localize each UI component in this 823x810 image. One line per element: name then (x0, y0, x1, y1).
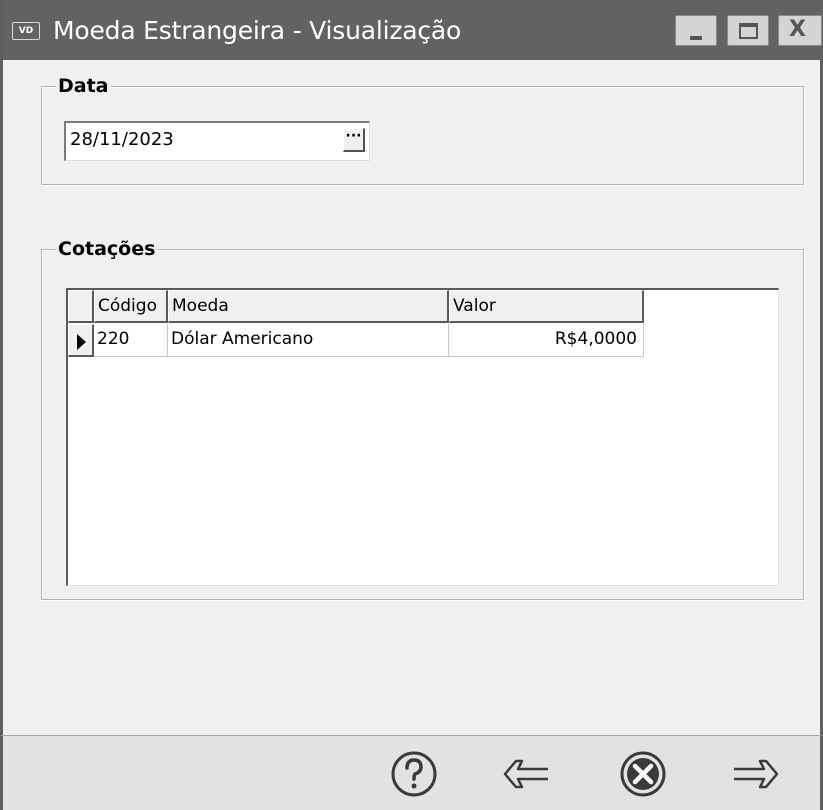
column-header-value[interactable]: Valor (449, 290, 644, 323)
minimize-button[interactable] (675, 15, 717, 46)
column-header-currency[interactable]: Moeda (168, 290, 449, 323)
ellipsis-icon: ··· (345, 128, 362, 144)
quotes-groupbox: Cotações Código Moeda Valor 220 Dólar Am… (41, 238, 804, 600)
close-icon: X (789, 17, 806, 42)
next-button[interactable] (728, 746, 784, 802)
cell-currency[interactable]: Dólar Americano (168, 324, 449, 357)
row-indicator-cell[interactable] (68, 324, 94, 357)
quotes-grid[interactable]: Código Moeda Valor 220 Dólar Americano R… (66, 288, 779, 586)
window-title: Moeda Estrangeira - Visualização (53, 16, 462, 45)
help-button[interactable] (386, 746, 442, 802)
date-field-value: 28/11/2023 (70, 129, 174, 150)
app-icon[interactable]: VD (12, 22, 40, 40)
footer-toolbar (0, 735, 823, 810)
maximize-icon (739, 23, 758, 39)
minimize-icon (690, 36, 702, 40)
date-groupbox: Data 28/11/2023 ··· (41, 75, 804, 185)
arrow-right-icon (734, 759, 779, 789)
quotes-group-label: Cotações (56, 238, 158, 260)
close-window-button[interactable]: X (778, 15, 822, 46)
cell-code[interactable]: 220 (94, 324, 168, 357)
current-row-arrow-icon (77, 334, 86, 350)
header-indicator-cell (68, 290, 94, 323)
arrow-left-icon (503, 759, 548, 789)
grid-header-row: Código Moeda Valor (68, 290, 644, 323)
maximize-button[interactable] (727, 15, 769, 46)
cancel-icon (620, 751, 666, 797)
table-row[interactable]: 220 Dólar Americano R$4,0000 (68, 324, 644, 357)
app-window: VD Moeda Estrangeira - Visualização X Da… (0, 0, 823, 810)
cancel-button[interactable] (615, 746, 671, 802)
date-picker-button[interactable]: ··· (343, 128, 365, 152)
column-header-code[interactable]: Código (94, 290, 168, 323)
date-group-label: Data (56, 75, 111, 97)
help-icon (391, 751, 437, 797)
previous-button[interactable] (498, 746, 554, 802)
title-bar[interactable]: VD Moeda Estrangeira - Visualização X (3, 0, 823, 60)
date-field[interactable]: 28/11/2023 ··· (64, 121, 370, 161)
cell-value[interactable]: R$4,0000 (449, 324, 644, 357)
